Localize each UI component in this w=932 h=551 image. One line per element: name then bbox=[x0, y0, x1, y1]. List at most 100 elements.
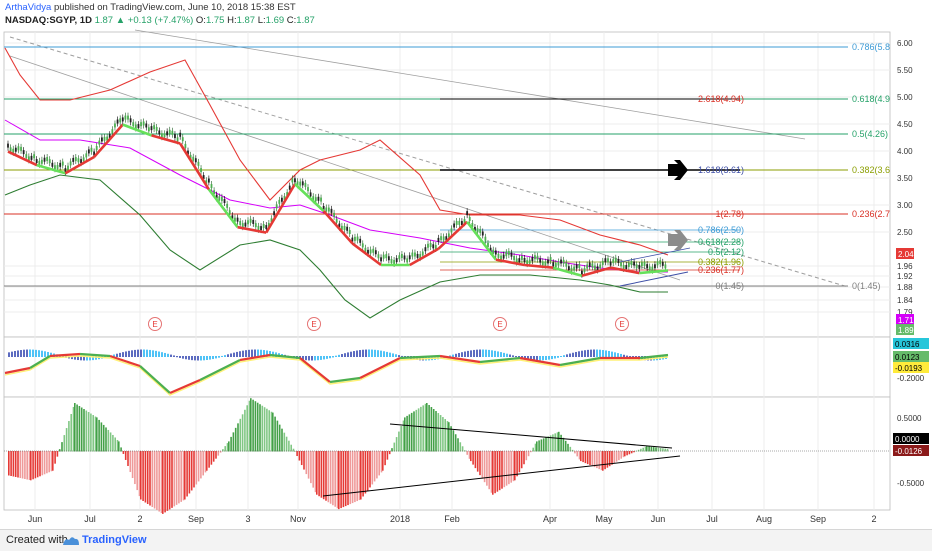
candle-body bbox=[575, 264, 578, 269]
histogram-bar bbox=[476, 451, 479, 472]
candle-body bbox=[74, 157, 77, 162]
histogram-bar bbox=[393, 442, 396, 452]
candle-body bbox=[361, 243, 364, 248]
histogram-bar bbox=[626, 451, 628, 456]
candle-body bbox=[14, 147, 17, 152]
histogram-bar bbox=[366, 451, 369, 491]
candle-body bbox=[51, 162, 54, 167]
oscillator-bar bbox=[140, 349, 142, 357]
oscillator-bar bbox=[254, 349, 256, 357]
y-tick-label: 2.50 bbox=[897, 228, 913, 237]
oscillator-bar bbox=[329, 356, 331, 359]
candle-body bbox=[262, 224, 265, 229]
oscillator-bar bbox=[554, 356, 556, 359]
histogram-bar bbox=[307, 451, 310, 479]
candle-body bbox=[200, 168, 202, 173]
oscillator-bar bbox=[473, 349, 475, 357]
histogram-bar bbox=[486, 451, 488, 486]
oscillator-bar bbox=[542, 356, 544, 361]
candle-body bbox=[348, 229, 351, 234]
candle-body bbox=[560, 259, 562, 264]
y-tick-label: 1.84 bbox=[897, 296, 913, 305]
histogram-bar bbox=[448, 422, 450, 452]
candle-body bbox=[359, 238, 362, 243]
histogram-bar bbox=[41, 451, 44, 476]
histogram-bar bbox=[96, 417, 98, 452]
candle-body bbox=[179, 132, 182, 137]
histogram-bar bbox=[149, 451, 151, 506]
candle-body bbox=[521, 255, 523, 260]
candle-body bbox=[594, 265, 596, 270]
candle-body bbox=[247, 220, 249, 225]
candle-body bbox=[562, 259, 565, 264]
histogram-bar bbox=[12, 451, 15, 477]
candle-body bbox=[194, 158, 197, 163]
candle-body bbox=[651, 266, 654, 271]
oscillator-bar bbox=[29, 349, 31, 357]
histogram-bar bbox=[479, 451, 481, 476]
candle-body bbox=[155, 126, 158, 131]
brand-label[interactable]: TradingView bbox=[82, 534, 147, 546]
candle-body bbox=[502, 254, 505, 259]
candle-body bbox=[327, 207, 330, 212]
oscillator-bar bbox=[221, 355, 223, 357]
histogram-bar bbox=[36, 451, 39, 478]
histogram-bar bbox=[281, 428, 283, 452]
candle-body bbox=[505, 252, 508, 257]
histogram-bar bbox=[48, 451, 50, 473]
candle-body bbox=[541, 261, 544, 266]
candle-body bbox=[281, 197, 283, 202]
tradingview-logo-icon bbox=[63, 537, 79, 545]
oscillator-bar bbox=[323, 356, 325, 360]
oscillator-bar bbox=[167, 353, 169, 357]
histogram-bar bbox=[332, 451, 334, 506]
candle-body bbox=[612, 259, 615, 264]
oscillator-bar bbox=[476, 349, 478, 357]
candle-body bbox=[484, 236, 487, 241]
oscillator-bar bbox=[119, 352, 121, 357]
histogram-bar bbox=[349, 451, 352, 505]
created-with-label: Created with bbox=[6, 534, 68, 546]
oscillator-bar bbox=[359, 350, 361, 357]
candle-body bbox=[586, 264, 589, 269]
histogram-bar bbox=[560, 434, 562, 452]
histogram-bar bbox=[523, 451, 525, 465]
histogram-bar bbox=[386, 451, 389, 460]
candle-body bbox=[317, 196, 320, 201]
candle-body bbox=[181, 137, 184, 142]
histogram-bar bbox=[52, 451, 54, 471]
histogram-bar bbox=[63, 435, 66, 452]
candle-body bbox=[111, 129, 114, 134]
osc-y-tick: -0.2000 bbox=[897, 374, 925, 383]
histogram-bar bbox=[501, 451, 503, 489]
histogram-bar bbox=[598, 451, 600, 470]
y-tick-label: 5.00 bbox=[897, 93, 913, 102]
histogram-bar bbox=[146, 451, 149, 505]
oscillator-bar bbox=[557, 356, 559, 358]
candle-body bbox=[494, 250, 497, 255]
histogram-bar bbox=[54, 451, 56, 464]
histogram-bar bbox=[316, 451, 318, 495]
oscillator-bar bbox=[368, 349, 370, 357]
chart-canvas[interactable]: Jun Jul 2 Sep 3 Nov 2018 Feb Apr May Jun Jul Aug Sep 2… bbox=[0, 0, 932, 529]
candle-body bbox=[627, 262, 630, 267]
osc-tag-label: 0.0316 bbox=[895, 340, 920, 349]
candle-body bbox=[476, 228, 479, 233]
oscillator-bar bbox=[599, 349, 601, 357]
candle-body bbox=[557, 261, 560, 266]
histogram-bar bbox=[224, 446, 226, 452]
candle-body bbox=[33, 154, 35, 159]
candle-body bbox=[625, 265, 628, 270]
candle-body bbox=[307, 187, 309, 192]
oscillator-bar bbox=[563, 355, 565, 357]
y-tick-label: 3.50 bbox=[897, 174, 913, 183]
histogram-bar bbox=[250, 398, 252, 452]
histogram-bar bbox=[580, 451, 582, 462]
histogram-bar bbox=[435, 411, 437, 452]
histogram-bar bbox=[212, 451, 215, 462]
oscillator-bar bbox=[590, 349, 592, 357]
candle-body bbox=[518, 258, 521, 263]
candle-body bbox=[207, 178, 210, 183]
candle-body bbox=[609, 261, 612, 266]
histogram-bar bbox=[90, 413, 92, 452]
